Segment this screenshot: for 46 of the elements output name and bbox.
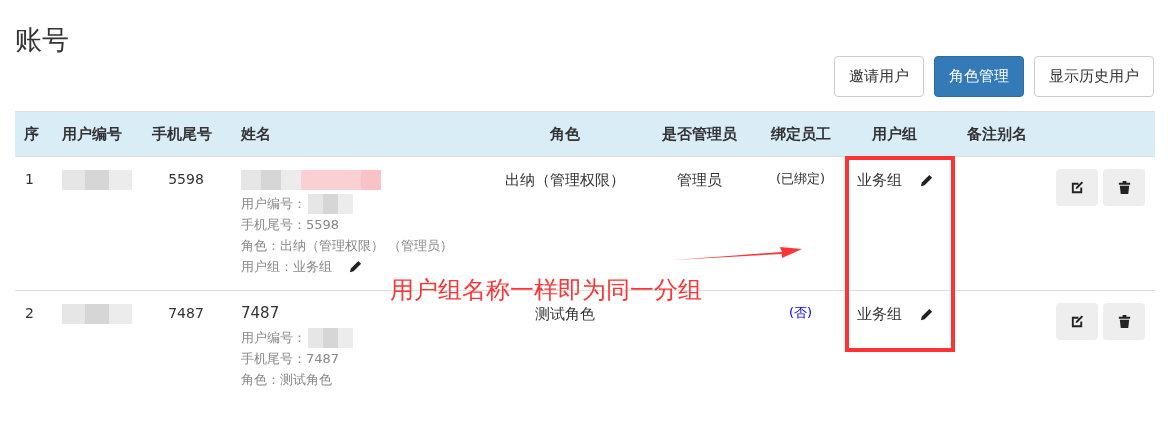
header-button[interactable]: 显示历史用户	[1034, 56, 1154, 97]
role-text: 出纳（管理权限）	[505, 171, 625, 189]
row-index: 1	[25, 171, 34, 187]
pencil-icon[interactable]	[919, 306, 934, 322]
annotation-text: 用户组名称一样即为同一分组	[390, 275, 702, 306]
detail-label: 用户编号：	[241, 195, 306, 213]
group-text: 业务组	[857, 304, 902, 325]
admin-text: 管理员	[676, 171, 722, 189]
edit-button[interactable]	[1056, 303, 1098, 340]
column-header: 绑定员工	[770, 124, 831, 143]
detail-label: 用户编号：	[241, 329, 306, 347]
role-text: 测试角色	[535, 305, 595, 323]
edit-icon	[1069, 180, 1085, 195]
column-header: 序	[24, 124, 39, 143]
user-name: 7487	[241, 304, 280, 322]
detail-text: 手机尾号：5598	[241, 216, 340, 234]
delete-button[interactable]	[1103, 303, 1145, 340]
pencil-icon[interactable]	[348, 259, 363, 274]
delete-button[interactable]	[1103, 169, 1145, 206]
trash-icon	[1116, 180, 1132, 195]
column-header: 用户编号	[62, 124, 122, 143]
column-header: 用户组	[871, 124, 917, 143]
phone-tail: 5598	[168, 171, 204, 187]
column-header: 姓名	[241, 124, 271, 143]
column-header: 备注别名	[967, 124, 1027, 143]
detail-text: 用户组：业务组	[241, 258, 332, 276]
row-index: 2	[25, 305, 34, 321]
detail-text: 手机尾号：7487	[241, 350, 340, 368]
edit-icon	[1069, 314, 1085, 329]
pencil-icon[interactable]	[919, 172, 934, 188]
header-button[interactable]: 角色管理	[934, 56, 1024, 97]
redaction-blur	[308, 327, 353, 348]
header-button[interactable]: 邀请用户	[834, 56, 924, 97]
detail-text: 角色：出纳（管理权限） （管理员）	[241, 237, 454, 255]
bind-link[interactable]: (否)	[788, 305, 813, 320]
bound-status: (已绑定)	[775, 171, 826, 186]
redaction-blur	[308, 193, 353, 214]
trash-icon	[1116, 314, 1132, 329]
column-header: 手机尾号	[152, 124, 212, 143]
edit-button[interactable]	[1056, 169, 1098, 206]
group-text: 业务组	[857, 170, 902, 191]
detail-text: 角色：测试角色	[241, 371, 332, 389]
column-header: 角色	[550, 124, 580, 143]
page-title: 账号	[15, 23, 69, 57]
phone-tail: 7487	[168, 305, 204, 321]
column-header: 是否管理员	[661, 124, 737, 143]
